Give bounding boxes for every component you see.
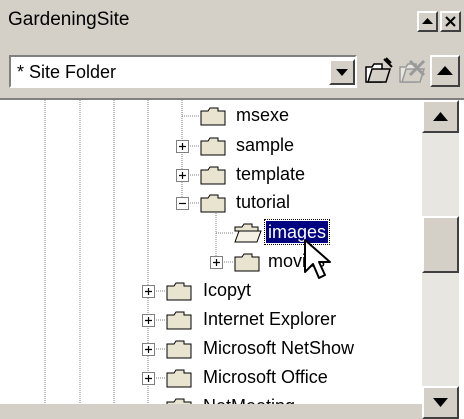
arrow-up-icon bbox=[422, 18, 433, 24]
folder-icon bbox=[166, 311, 192, 330]
expand-plus-icon[interactable] bbox=[142, 285, 155, 298]
collapse-minus-icon[interactable] bbox=[176, 197, 189, 210]
tree-item-microsoft-office[interactable]: Microsoft Office bbox=[203, 366, 328, 388]
expand-plus-icon[interactable] bbox=[142, 343, 155, 356]
chevron-down-icon bbox=[336, 69, 348, 76]
arrow-down-icon bbox=[433, 398, 448, 407]
expand-plus-icon[interactable] bbox=[210, 256, 223, 269]
bottom-edge bbox=[0, 404, 422, 419]
close-button[interactable] bbox=[440, 11, 461, 32]
expand-plus-icon[interactable] bbox=[176, 140, 189, 153]
scroll-thumb[interactable] bbox=[422, 216, 459, 273]
tree-item-tutorial[interactable]: tutorial bbox=[236, 191, 290, 213]
folder-icon bbox=[234, 253, 260, 272]
folder-icon bbox=[200, 194, 226, 213]
pointer-icon bbox=[304, 239, 331, 279]
site-folder-select[interactable]: * Site Folder bbox=[9, 55, 357, 88]
folder-icon bbox=[166, 369, 192, 388]
tree-item-sample[interactable]: sample bbox=[236, 134, 294, 156]
tree-item-template[interactable]: template bbox=[236, 163, 305, 185]
arrow-up-icon bbox=[437, 66, 453, 75]
new-folder-button[interactable] bbox=[362, 55, 394, 87]
close-icon bbox=[445, 16, 456, 27]
new-folder-icon bbox=[365, 57, 393, 83]
tree-item-msexe[interactable]: msexe bbox=[236, 104, 289, 126]
folder-icon bbox=[166, 340, 192, 359]
folder-icon bbox=[200, 137, 226, 156]
title-bar: GardeningSite bbox=[0, 0, 464, 44]
delete-folder-icon bbox=[399, 59, 426, 83]
folder-icon bbox=[200, 107, 226, 126]
site-folder-dropdown-button[interactable] bbox=[329, 59, 355, 85]
expand-plus-icon[interactable] bbox=[176, 169, 189, 182]
tree-item-icopyt[interactable]: Icopyt bbox=[203, 279, 251, 301]
tree-item-microsoft-netshow[interactable]: Microsoft NetShow bbox=[203, 337, 354, 359]
vertical-scrollbar[interactable] bbox=[422, 100, 459, 419]
arrow-up-icon bbox=[433, 112, 448, 121]
folder-icon bbox=[166, 282, 192, 301]
tree-item-internet-explorer[interactable]: Internet Explorer bbox=[203, 308, 336, 330]
folder-icon bbox=[200, 166, 226, 185]
open-folder-icon bbox=[234, 223, 262, 243]
title-up-button[interactable] bbox=[417, 11, 438, 32]
expand-plus-icon[interactable] bbox=[142, 314, 155, 327]
site-folder-select-value: * Site Folder bbox=[17, 62, 117, 82]
scroll-down-button[interactable] bbox=[422, 386, 459, 419]
delete-button[interactable] bbox=[396, 55, 428, 87]
scroll-up-button[interactable] bbox=[422, 100, 459, 133]
folder-tree: msexe sample template tutorial images mo… bbox=[0, 98, 464, 419]
window-title: GardeningSite bbox=[8, 9, 130, 30]
toolbar-up-button[interactable] bbox=[430, 55, 460, 87]
expand-plus-icon[interactable] bbox=[142, 372, 155, 385]
